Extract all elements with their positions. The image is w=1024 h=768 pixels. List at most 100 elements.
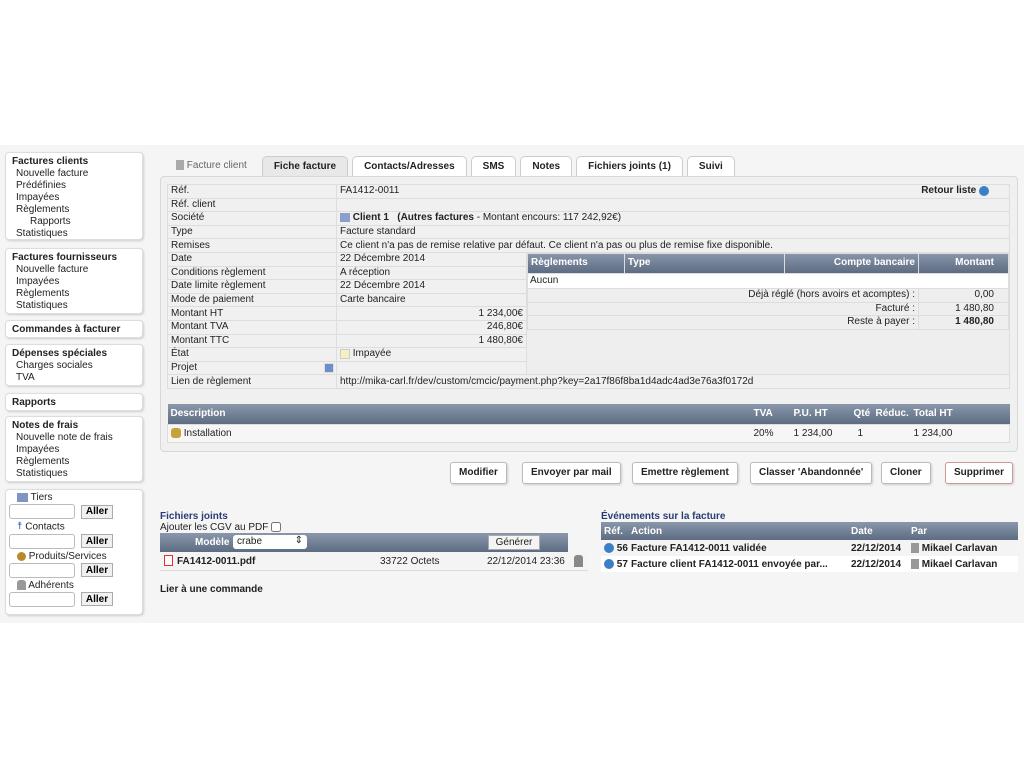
tab-fichiers[interactable]: Fichiers joints (1) xyxy=(576,156,683,177)
amount-ttc: 1 480,80€ xyxy=(336,333,527,349)
menu-item[interactable]: Impayées xyxy=(12,192,136,204)
menu-title[interactable]: Factures fournisseurs xyxy=(12,252,136,264)
search-produits-input[interactable] xyxy=(9,562,75,578)
menu-item[interactable]: Impayées xyxy=(12,444,136,456)
pdf-icon xyxy=(164,555,173,566)
event-icon xyxy=(604,558,614,569)
tab-contacts[interactable]: Contacts/Adresses xyxy=(352,156,467,177)
search-box: Tiers Aller ☨ Contacts Aller Produits/Se… xyxy=(5,489,143,615)
ref-client xyxy=(336,197,1010,213)
invoice-remises: Ce client n'a pas de remise relative par… xyxy=(336,238,1010,253)
menu-item[interactable]: Règlements xyxy=(12,456,136,468)
tab-suivi[interactable]: Suivi xyxy=(686,156,735,177)
menu-item[interactable]: Statistiques xyxy=(12,468,136,480)
generer-button[interactable]: Générer xyxy=(488,535,540,550)
modifier-button[interactable]: Modifier xyxy=(450,462,507,484)
col-header: Règlements xyxy=(527,252,625,274)
search-produits-button[interactable]: Aller xyxy=(81,563,113,578)
search-contacts-input[interactable] xyxy=(9,533,75,549)
tab-notes[interactable]: Notes xyxy=(520,156,573,177)
menu-item[interactable]: Statistiques xyxy=(12,300,136,312)
menu-factures-clients: Factures clients Nouvelle facture Prédéf… xyxy=(5,152,143,240)
col-header: Compte bancaire xyxy=(783,252,920,274)
payments-none: Aucun xyxy=(527,272,1009,289)
line-tva: 20% xyxy=(753,427,774,439)
event-icon xyxy=(604,542,614,553)
field-label: Remises xyxy=(167,238,337,253)
menu-item[interactable]: Impayées xyxy=(12,276,136,288)
events-title: Événements sur la facture xyxy=(601,511,726,522)
person-icon: ☨ xyxy=(17,521,23,532)
service-icon xyxy=(171,427,181,438)
col-header: Réf. xyxy=(604,525,623,537)
emettre-reglement-button[interactable]: Emettre règlement xyxy=(632,462,738,484)
menu-rapports: Rapports xyxy=(5,393,143,411)
col-header: Qté xyxy=(853,408,871,420)
cgv-checkbox[interactable] xyxy=(271,522,282,533)
company-icon xyxy=(340,213,350,223)
amount-ht: 1 234,00€ xyxy=(336,306,527,321)
send-mail-button[interactable]: Envoyer par mail xyxy=(522,462,621,484)
event-action[interactable]: Facture client FA1412-0011 envoyée par..… xyxy=(631,556,851,572)
table-row[interactable]: 57 Facture client FA1412-0011 envoyée pa… xyxy=(601,556,1018,572)
menu-title[interactable]: Dépenses spéciales xyxy=(12,348,136,360)
menu-title[interactable]: Rapports xyxy=(12,397,136,409)
search-label: Contacts xyxy=(25,521,65,533)
menu-item[interactable]: Nouvelle note de frais xyxy=(12,432,136,444)
search-contacts-button[interactable]: Aller xyxy=(81,534,113,549)
menu-title[interactable]: Commandes à facturer xyxy=(12,324,136,336)
file-date: 22/12/2014 23:36 xyxy=(487,556,565,567)
event-user[interactable]: Mikael Carlavan xyxy=(922,559,998,570)
classer-abandonnee-button[interactable]: Classer 'Abandonnée' xyxy=(750,462,873,484)
file-link[interactable]: FA1412-0011.pdf xyxy=(177,556,255,567)
menu-title[interactable]: Factures clients xyxy=(12,156,136,168)
table-row[interactable]: Installation 20% 1 234,00 1 1 234,00 xyxy=(167,424,1010,442)
event-user[interactable]: Mikael Carlavan xyxy=(922,543,998,554)
tab-sms[interactable]: SMS xyxy=(470,156,517,177)
retour-liste-link[interactable]: Retour liste xyxy=(921,185,989,197)
field-label: Date xyxy=(167,251,337,267)
edit-icon[interactable] xyxy=(324,362,334,373)
supprimer-button[interactable]: Supprimer xyxy=(945,462,1014,484)
menu-item[interactable]: Prédéfinies xyxy=(12,180,136,192)
search-adherents-input[interactable] xyxy=(9,591,75,607)
search-tiers-input[interactable] xyxy=(9,504,75,519)
delete-icon[interactable] xyxy=(574,555,583,567)
col-header: Description xyxy=(170,408,226,420)
events-table: Réf. Action Date Par 56 Facture FA1412-0… xyxy=(601,522,1018,572)
menu-item[interactable]: Nouvelle facture xyxy=(12,264,136,276)
invoice-icon xyxy=(176,160,184,171)
client-link[interactable]: Client 1 xyxy=(353,212,389,223)
table-row[interactable]: 56 Facture FA1412-0011 validée 22/12/201… xyxy=(601,540,1018,556)
summary-label: Facturé : xyxy=(527,301,919,317)
lier-commande-link[interactable]: Lier à une commande xyxy=(160,584,263,595)
menu-item[interactable]: Règlements xyxy=(12,288,136,300)
menu-item[interactable]: Nouvelle facture xyxy=(12,168,136,180)
menu-item[interactable]: Rapports xyxy=(12,216,136,228)
member-icon xyxy=(17,580,26,590)
menu-item[interactable]: Charges sociales xyxy=(12,360,136,372)
modele-label: Modèle xyxy=(195,537,230,548)
summary-value: 0,00 xyxy=(918,287,1009,303)
cgv-option: Ajouter les CGV au PDF xyxy=(160,522,282,533)
tab-fiche-facture[interactable]: Fiche facture xyxy=(261,156,349,177)
field-label: Réf. client xyxy=(167,197,337,213)
field-label: Société xyxy=(167,211,337,226)
payment-link[interactable]: http://mika-carl.fr/dev/custom/cmcic/pay… xyxy=(336,374,1010,389)
invoice-date: 22 Décembre 2014 xyxy=(336,251,527,267)
menu-item[interactable]: Règlements xyxy=(12,204,136,216)
menu-commandes: Commandes à facturer xyxy=(5,320,143,338)
other-invoices-link[interactable]: (Autres factures xyxy=(397,212,474,223)
col-header: Montant xyxy=(918,252,1009,274)
menu-item[interactable]: Statistiques xyxy=(12,228,136,240)
cloner-button[interactable]: Cloner xyxy=(881,462,931,484)
amount-tva: 246,80€ xyxy=(336,319,527,335)
search-tiers-button[interactable]: Aller xyxy=(81,504,113,519)
event-action[interactable]: Facture FA1412-0011 validée xyxy=(631,540,851,556)
modele-select[interactable]: crabe ⇕ xyxy=(233,535,307,549)
menu-title[interactable]: Notes de frais xyxy=(12,420,136,432)
search-label: Tiers xyxy=(30,492,53,503)
invoice-mode: Carte bancaire xyxy=(336,292,527,308)
menu-item[interactable]: TVA xyxy=(12,372,136,384)
search-adherents-button[interactable]: Aller xyxy=(81,592,113,607)
